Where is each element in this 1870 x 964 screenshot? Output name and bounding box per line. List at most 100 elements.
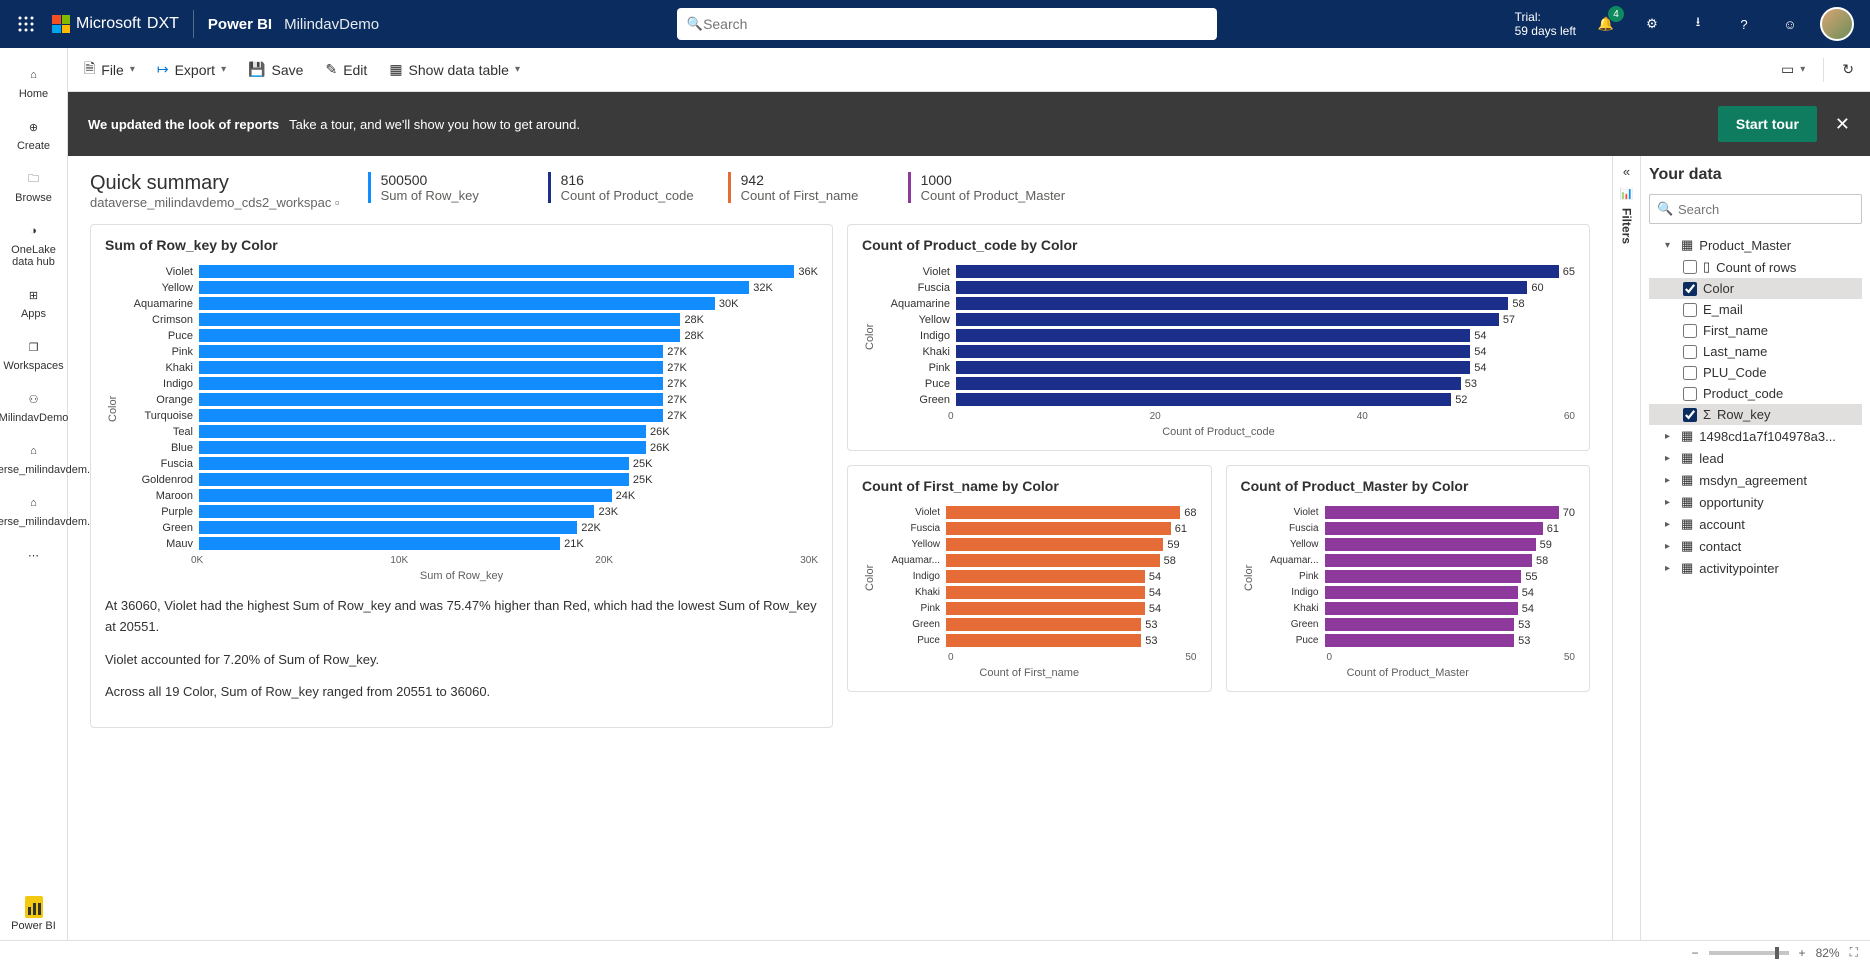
- tree-field[interactable]: PLU_Code: [1649, 362, 1862, 383]
- bar-row[interactable]: Khaki54: [876, 586, 1197, 599]
- zoom-slider[interactable]: [1709, 951, 1789, 955]
- bar-row[interactable]: Khaki27K: [119, 361, 818, 374]
- close-icon[interactable]: ✕: [1835, 114, 1850, 135]
- bar-row[interactable]: Blue26K: [119, 441, 818, 454]
- bar-row[interactable]: Turquoise27K: [119, 409, 818, 422]
- bar-row[interactable]: Fuscia61: [876, 522, 1197, 535]
- tree-table[interactable]: ▸▦activitypointer: [1649, 557, 1862, 579]
- bar-row[interactable]: Violet70: [1255, 506, 1576, 519]
- settings-icon[interactable]: ⚙: [1636, 8, 1668, 40]
- bar-row[interactable]: Indigo54: [876, 570, 1197, 583]
- search-input[interactable]: [703, 16, 1207, 32]
- tree-field[interactable]: Product_code: [1649, 383, 1862, 404]
- global-search[interactable]: 🔍: [677, 8, 1217, 40]
- bar-row[interactable]: Aquamarine30K: [119, 297, 818, 310]
- filters-icon[interactable]: 📊: [1620, 187, 1634, 200]
- nav-apps[interactable]: ⊞Apps: [0, 276, 67, 328]
- nav-workspace-1[interactable]: ⚇MilindavDemo: [0, 380, 67, 432]
- file-menu[interactable]: 🗎File▾: [80, 54, 139, 86]
- bar-row[interactable]: Pink55: [1255, 570, 1576, 583]
- tree-table[interactable]: ▸▦account: [1649, 513, 1862, 535]
- nav-powerbi[interactable]: Power BI: [0, 888, 67, 940]
- export-menu[interactable]: ↦Export▾: [153, 57, 230, 82]
- bar-row[interactable]: Khaki54: [876, 345, 1575, 358]
- bar-row[interactable]: Pink27K: [119, 345, 818, 358]
- product-name[interactable]: Power BI: [208, 16, 272, 33]
- tree-field[interactable]: First_name: [1649, 320, 1862, 341]
- field-checkbox[interactable]: [1683, 282, 1697, 296]
- bar-row[interactable]: Violet36K: [119, 265, 818, 278]
- collapse-icon[interactable]: «: [1623, 164, 1630, 179]
- bar-row[interactable]: Aquamar...58: [876, 554, 1197, 567]
- bar-row[interactable]: Pink54: [876, 361, 1575, 374]
- field-checkbox[interactable]: [1683, 324, 1697, 338]
- bar-row[interactable]: Maroon24K: [119, 489, 818, 502]
- refresh-button[interactable]: ↻: [1838, 57, 1858, 82]
- nav-home[interactable]: ⌂Home: [0, 56, 67, 108]
- bar-row[interactable]: Puce28K: [119, 329, 818, 342]
- bar-row[interactable]: Yellow59: [876, 538, 1197, 551]
- notifications-icon[interactable]: 🔔4: [1590, 8, 1622, 40]
- bar-row[interactable]: Green53: [876, 618, 1197, 631]
- bar-row[interactable]: Yellow59: [1255, 538, 1576, 551]
- nav-workspace-3[interactable]: ⌂dataverse_milindavdem...: [0, 484, 67, 536]
- show-data-table-menu[interactable]: ▦Show data table▾: [385, 57, 524, 82]
- start-tour-button[interactable]: Start tour: [1718, 106, 1817, 142]
- feedback-icon[interactable]: ☺: [1774, 8, 1806, 40]
- chart-card-first-name[interactable]: Count of First_name by Color ColorViolet…: [847, 465, 1212, 692]
- bar-row[interactable]: Goldenrod25K: [119, 473, 818, 486]
- trial-status[interactable]: Trial: 59 days left: [1515, 10, 1576, 38]
- filters-rail[interactable]: « 📊 Filters: [1612, 156, 1640, 940]
- tree-table[interactable]: ▸▦lead: [1649, 447, 1862, 469]
- fit-page-icon[interactable]: ⛶: [1850, 945, 1858, 960]
- bar-row[interactable]: Green22K: [119, 521, 818, 534]
- bar-row[interactable]: Fuscia61: [1255, 522, 1576, 535]
- bar-row[interactable]: Puce53: [876, 634, 1197, 647]
- app-launcher-icon[interactable]: [8, 6, 44, 42]
- bar-row[interactable]: Indigo54: [876, 329, 1575, 342]
- kpi-card[interactable]: 1000Count of Product_Master: [908, 172, 1066, 203]
- bar-row[interactable]: Khaki54: [1255, 602, 1576, 615]
- kpi-card[interactable]: 500500Sum of Row_key: [368, 172, 518, 203]
- tree-table[interactable]: ▸▦1498cd1a7f104978a3...: [1649, 425, 1862, 447]
- nav-workspaces[interactable]: ❐Workspaces: [0, 328, 67, 380]
- bar-row[interactable]: Fuscia25K: [119, 457, 818, 470]
- field-checkbox[interactable]: [1683, 260, 1697, 274]
- tree-table[interactable]: ▾▦Product_Master: [1649, 234, 1862, 256]
- tree-table[interactable]: ▸▦msdyn_agreement: [1649, 469, 1862, 491]
- download-icon[interactable]: ⭳: [1682, 8, 1714, 40]
- bar-row[interactable]: Indigo27K: [119, 377, 818, 390]
- field-checkbox[interactable]: [1683, 303, 1697, 317]
- bar-row[interactable]: Yellow57: [876, 313, 1575, 326]
- field-checkbox[interactable]: [1683, 366, 1697, 380]
- nav-more[interactable]: ⋯: [0, 536, 67, 574]
- tree-field[interactable]: ΣRow_key: [1649, 404, 1862, 425]
- bar-row[interactable]: Crimson28K: [119, 313, 818, 326]
- view-mode-menu[interactable]: ▭▾: [1777, 57, 1809, 82]
- help-icon[interactable]: ?: [1728, 8, 1760, 40]
- tree-field[interactable]: E_mail: [1649, 299, 1862, 320]
- bar-row[interactable]: Violet68: [876, 506, 1197, 519]
- field-checkbox[interactable]: [1683, 408, 1697, 422]
- tree-field[interactable]: Color: [1649, 278, 1862, 299]
- nav-browse[interactable]: 🗀Browse: [0, 160, 67, 212]
- edit-button[interactable]: ✎Edit: [321, 57, 371, 82]
- chart-card-product-master[interactable]: Count of Product_Master by Color ColorVi…: [1226, 465, 1591, 692]
- field-checkbox[interactable]: [1683, 387, 1697, 401]
- chart-card-product-code[interactable]: Count of Product_code by Color ColorViol…: [847, 224, 1590, 451]
- tree-table[interactable]: ▸▦opportunity: [1649, 491, 1862, 513]
- user-avatar[interactable]: [1820, 7, 1854, 41]
- kpi-card[interactable]: 816Count of Product_code: [548, 172, 698, 203]
- bar-row[interactable]: Orange27K: [119, 393, 818, 406]
- bar-row[interactable]: Aquamarine58: [876, 297, 1575, 310]
- bar-row[interactable]: Yellow32K: [119, 281, 818, 294]
- tree-field[interactable]: ▯Count of rows: [1649, 256, 1862, 278]
- zoom-in-button[interactable]: +: [1799, 946, 1806, 960]
- chart-card-sum-rowkey[interactable]: Sum of Row_key by Color ColorViolet36KYe…: [90, 224, 833, 728]
- kpi-card[interactable]: 942Count of First_name: [728, 172, 878, 203]
- nav-create[interactable]: ⊕Create: [0, 108, 67, 160]
- bar-row[interactable]: Purple23K: [119, 505, 818, 518]
- bar-row[interactable]: Green52: [876, 393, 1575, 406]
- nav-workspace-2[interactable]: ⌂dataverse_milindavdem...: [0, 432, 67, 484]
- zoom-out-button[interactable]: −: [1692, 946, 1699, 960]
